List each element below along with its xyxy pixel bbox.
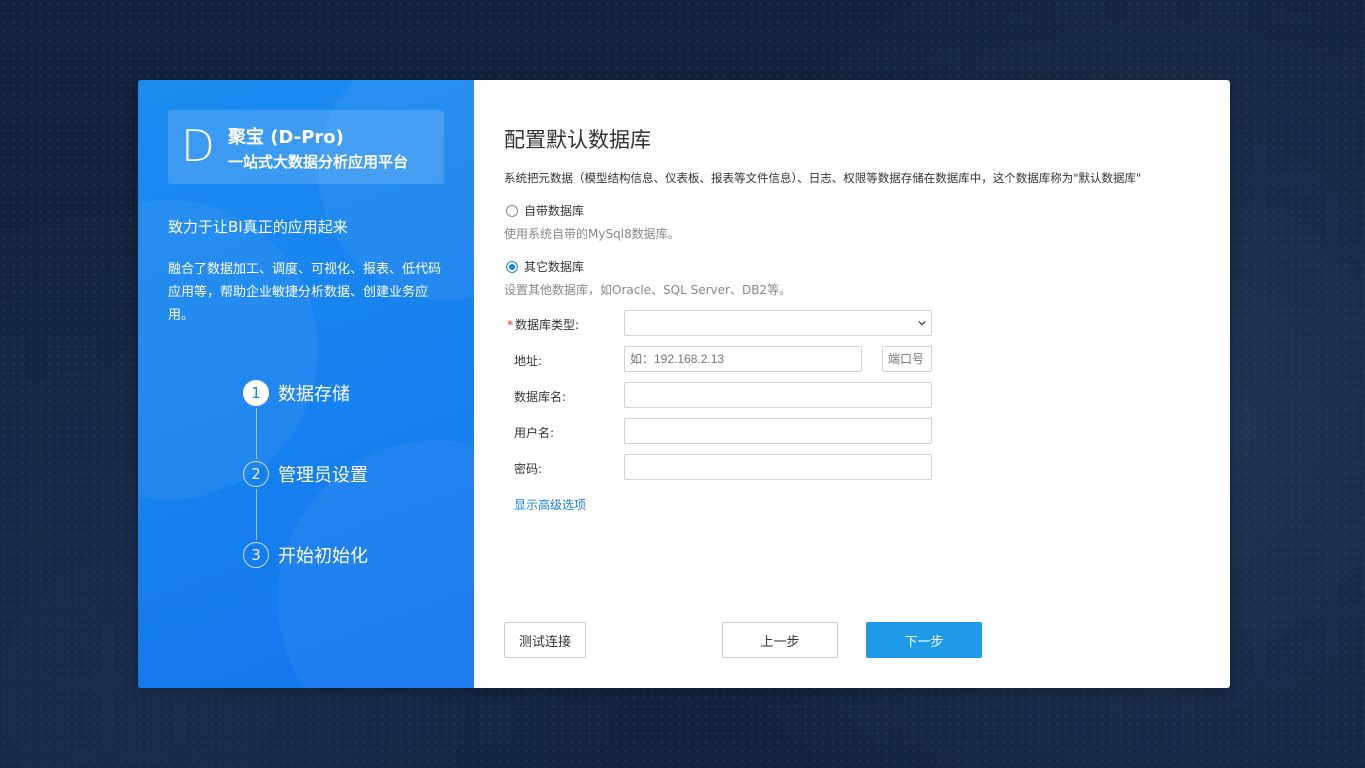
step-1: 1 数据存储 xyxy=(243,378,368,408)
radio-builtin-db[interactable]: 自带数据库 xyxy=(506,202,584,219)
chevron-down-icon xyxy=(918,320,926,326)
password-label: 密码: xyxy=(514,462,543,476)
required-mark: * xyxy=(507,318,513,332)
radio-icon[interactable] xyxy=(506,204,518,217)
slogan: 致力于让BI真正的应用起来 xyxy=(168,218,348,236)
address-input[interactable] xyxy=(624,346,862,372)
address-label: 地址: xyxy=(514,354,543,368)
step-label: 数据存储 xyxy=(278,384,350,405)
db-type-label-text: 数据库类型: xyxy=(515,318,580,332)
show-advanced-link[interactable]: 显示高级选项 xyxy=(514,496,586,513)
radio-other-db[interactable]: 其它数据库 xyxy=(506,258,584,275)
brand-subtitle: 一站式大数据分析应用平台 xyxy=(228,152,409,171)
step-3: 3 开始初始化 xyxy=(243,540,368,570)
step-label: 开始初始化 xyxy=(278,546,368,567)
brand-logo: D xyxy=(181,121,215,172)
port-input[interactable] xyxy=(882,346,932,372)
prev-step-button[interactable]: 上一步 xyxy=(722,622,838,658)
step-number: 1 xyxy=(243,380,269,406)
option-hint: 设置其他数据库，如Oracle、SQL Server、DB2等。 xyxy=(504,283,792,297)
step-list: 1 数据存储 2 管理员设置 3 开始初始化 xyxy=(243,378,368,570)
radio-label: 自带数据库 xyxy=(524,204,585,218)
username-input[interactable] xyxy=(624,418,932,444)
username-label: 用户名: xyxy=(514,426,555,440)
radio-icon[interactable] xyxy=(506,260,518,273)
db-type-label: * 数据库类型: xyxy=(507,316,579,333)
right-panel: 配置默认数据库 系统把元数据（模型结构信息、仪表板、报表等文件信息）、日志、权限… xyxy=(474,80,1230,688)
step-2: 2 管理员设置 xyxy=(243,459,368,489)
brand-box: D 聚宝 (D-Pro) 一站式大数据分析应用平台 xyxy=(168,110,444,184)
db-type-select[interactable] xyxy=(624,310,932,336)
step-number: 3 xyxy=(243,542,269,568)
dbname-label: 数据库名: xyxy=(514,390,567,404)
next-step-button[interactable]: 下一步 xyxy=(866,622,982,658)
step-label: 管理员设置 xyxy=(278,465,368,486)
option-hint: 使用系统自带的MySql8数据库。 xyxy=(504,227,680,241)
step-connector xyxy=(256,408,257,459)
description: 融合了数据加工、调度、可视化、报表、低代码应用等，帮助企业敏捷分析数据、创建业务… xyxy=(168,262,442,323)
brand-name: 聚宝 (D-Pro) xyxy=(228,126,344,148)
step-number: 2 xyxy=(243,461,269,487)
step-connector xyxy=(256,489,257,540)
left-panel: D 聚宝 (D-Pro) 一站式大数据分析应用平台 致力于让BI真正的应用起来 … xyxy=(138,80,474,688)
page-title: 配置默认数据库 xyxy=(504,128,651,152)
test-connection-button[interactable]: 测试连接 xyxy=(504,622,586,658)
setup-card: D 聚宝 (D-Pro) 一站式大数据分析应用平台 致力于让BI真正的应用起来 … xyxy=(138,80,1230,688)
dbname-input[interactable] xyxy=(624,382,932,408)
intro-text: 系统把元数据（模型结构信息、仪表板、报表等文件信息）、日志、权限等数据存储在数据… xyxy=(504,171,1142,185)
radio-label: 其它数据库 xyxy=(524,260,585,274)
password-input[interactable] xyxy=(624,454,932,480)
